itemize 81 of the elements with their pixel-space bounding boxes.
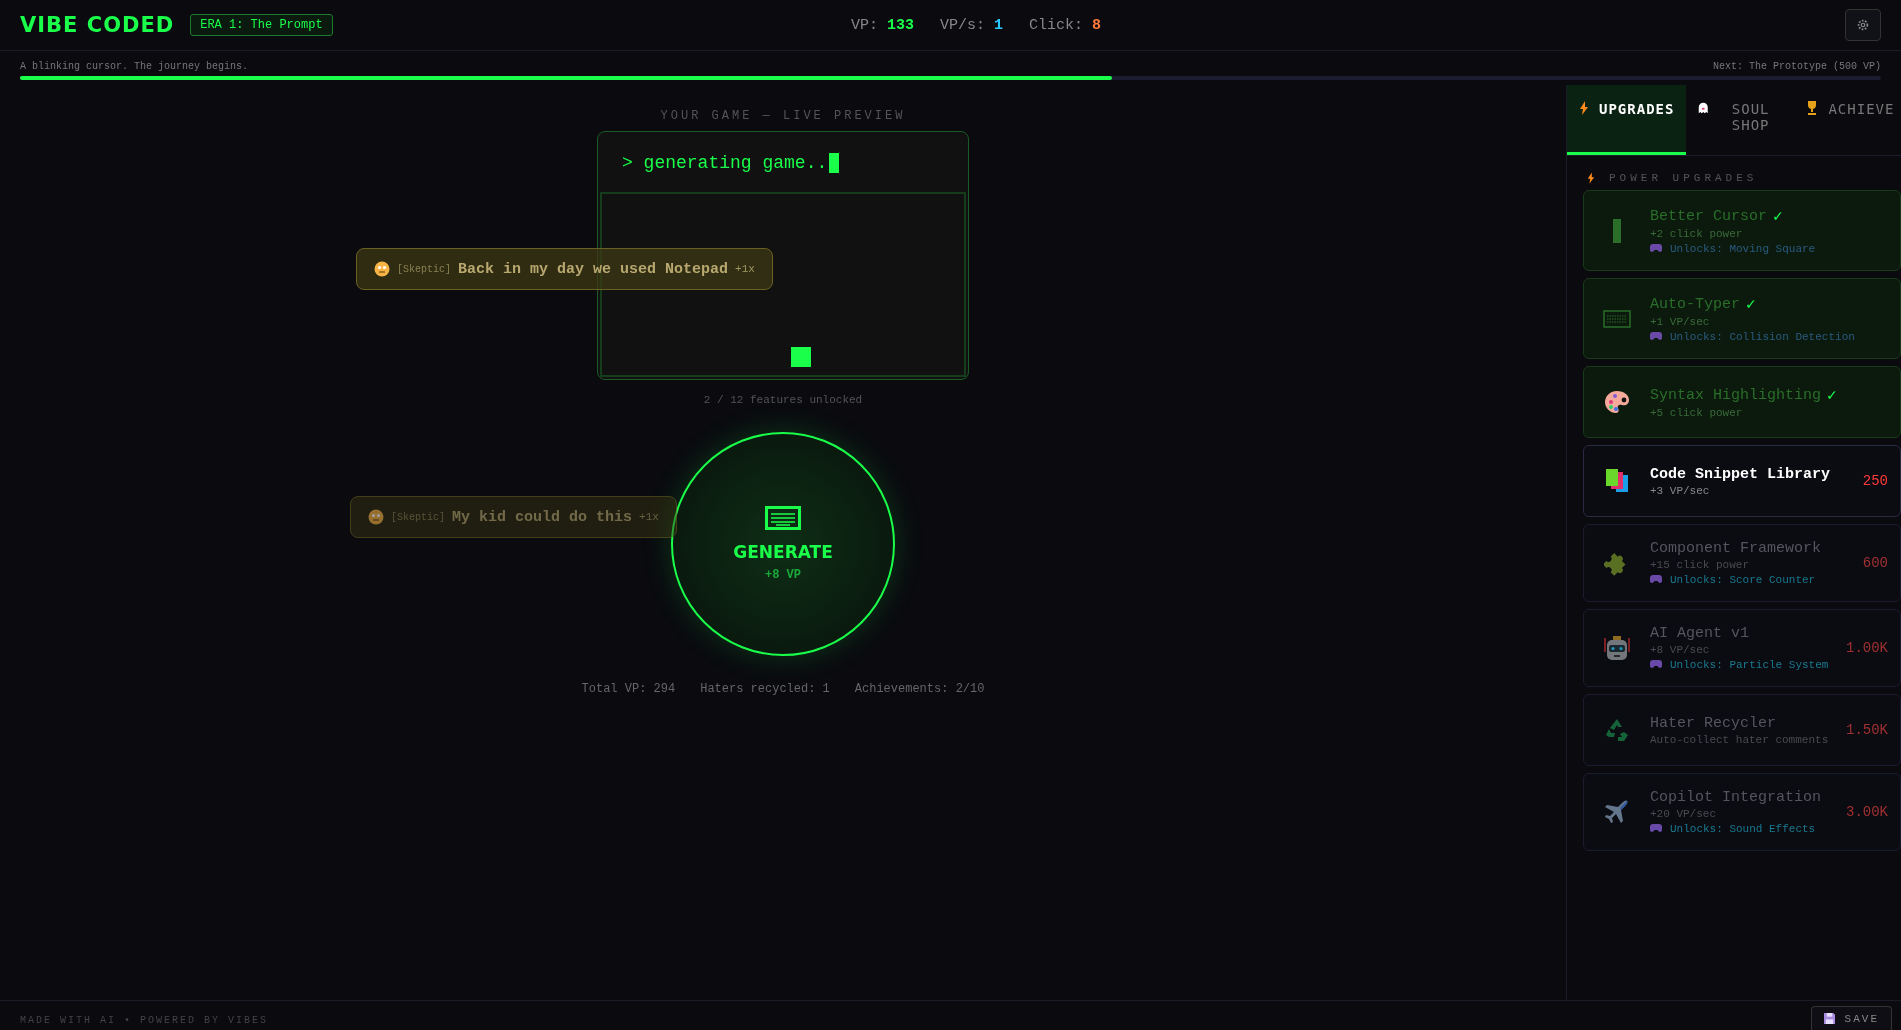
stat-readout: VP/s: 1: [940, 16, 1003, 34]
upgrade-cost: 250: [1862, 473, 1889, 489]
upgrade-card[interactable]: Copilot Integration +20 VP/sec Unlocks: Sound Effects 3.00K: [1583, 773, 1901, 851]
upgrade-card[interactable]: Better Cursor ✓ +2 click power Unlocks: Moving Square: [1583, 190, 1901, 271]
airplane-icon: [1604, 799, 1630, 825]
upgrade-name: Hater Recycler: [1650, 714, 1777, 732]
panel-tab[interactable]: SOUL SHOP: [1686, 85, 1795, 155]
books-icon: [1604, 468, 1630, 494]
check-mark: ✓: [1746, 295, 1756, 314]
total-stat: Haters recycled: 1: [700, 682, 830, 696]
footer-credit: MADE WITH AI • POWERED BY VIBES: [20, 1015, 269, 1028]
gamepad-icon: [1650, 659, 1662, 669]
era-caption: A blinking cursor. The journey begins.: [20, 61, 249, 72]
panel-tab[interactable]: UPGRADES: [1567, 85, 1687, 155]
upgrade-name: Code Snippet Library: [1650, 465, 1831, 483]
settings-button[interactable]: [1845, 9, 1881, 41]
gamepad-icon: [1650, 574, 1662, 584]
generating-status: > generating game..: [600, 134, 966, 192]
upgrade-effect: +20 VP/sec: [1650, 808, 1717, 820]
upgrade-effect: Auto-collect hater comments: [1650, 733, 1830, 746]
unlock-label: Unlocks: Score Counter: [1670, 574, 1816, 586]
lightning-icon: [1579, 101, 1589, 115]
unlock-label: Unlocks: Particle System: [1670, 659, 1829, 671]
panel-tab[interactable]: ACHIEVE: [1794, 85, 1901, 155]
upgrade-card[interactable]: Auto-Typer ✓ +1 VP/sec Unlocks: Collision Detection: [1583, 278, 1901, 359]
check-mark: ✓: [1827, 386, 1837, 405]
upgrade-name: Copilot Integration: [1650, 789, 1822, 806]
upgrade-effect: +8 VP/sec: [1650, 644, 1711, 656]
robot-icon: [1604, 634, 1630, 662]
upgrade-name: Component Framework: [1650, 540, 1822, 557]
upgrade-name: Syntax Highlighting: [1650, 386, 1822, 404]
upgrade-card[interactable]: AI Agent v1 +8 VP/sec Unlocks: Particle System 1.00K: [1583, 609, 1901, 687]
upgrade-cost: 1.50K: [1846, 722, 1889, 738]
era-badge: ERA 1: The Prompt: [190, 14, 333, 36]
face-icon: [368, 509, 384, 525]
upgrade-card[interactable]: Syntax Highlighting ✓ +5 click power: [1583, 366, 1901, 438]
unlock-label: Unlocks: Moving Square: [1670, 243, 1816, 255]
gamepad-icon: [1650, 823, 1662, 833]
hater-comment[interactable]: [Skeptic] Back in my day we used Notepad +1x: [356, 248, 773, 290]
total-stat: Total VP: 294: [581, 682, 676, 696]
ghost-icon: [1698, 101, 1709, 115]
upgrade-name: AI Agent v1: [1650, 625, 1750, 642]
upgrade-effect: +3 VP/sec: [1650, 484, 1711, 497]
recycle-icon: [1604, 717, 1630, 743]
floppy-icon: [1823, 1013, 1835, 1024]
upgrade-name: Better Cursor: [1650, 207, 1768, 225]
upgrade-cost: 1.00K: [1846, 640, 1889, 656]
gamepad-icon: [1650, 243, 1662, 253]
features-count: 2 / 12 features unlocked: [703, 394, 863, 406]
logo: VIBE CODED: [20, 13, 175, 37]
keyboard-icon: [1603, 309, 1631, 328]
save-button[interactable]: SAVE: [1810, 1006, 1892, 1030]
upgrade-cost: 3.00K: [1846, 804, 1889, 820]
keyboard-icon: [765, 506, 801, 530]
moving-square: [791, 347, 811, 367]
upgrade-card[interactable]: Code Snippet Library +3 VP/sec 250: [1583, 445, 1901, 517]
preview-title: YOUR GAME — LIVE PREVIEW: [660, 109, 906, 123]
upgrade-name: Auto-Typer: [1650, 295, 1740, 313]
upgrade-effect: +1 VP/sec: [1650, 316, 1711, 328]
unlock-label: Unlocks: Sound Effects: [1670, 823, 1816, 835]
unlock-label: Unlocks: Collision Detection: [1670, 331, 1855, 343]
face-icon: [374, 261, 390, 277]
next-era-label: Next: The Prototype (500 VP): [1712, 61, 1881, 72]
settings-icon: [1856, 18, 1870, 32]
palette-icon: [1604, 390, 1630, 414]
check-mark: ✓: [1773, 207, 1783, 226]
cursor-icon: [1613, 218, 1621, 243]
stat-readout: VP: 133: [850, 16, 914, 34]
total-stat: Achievements: 2/10: [854, 682, 985, 696]
trophy-icon: [1806, 101, 1819, 115]
upgrade-card[interactable]: Component Framework +15 click power Unlocks: Score Counter 600: [1583, 524, 1901, 602]
lightning-icon: [1587, 172, 1595, 184]
stat-readout: Click: 8: [1029, 16, 1102, 34]
gamepad-icon: [1650, 331, 1662, 341]
upgrade-cost: 600: [1862, 555, 1889, 571]
upgrade-effect: +2 click power: [1650, 228, 1744, 240]
section-heading: POWER UPGRADES: [1609, 172, 1758, 184]
upgrade-card[interactable]: Hater Recycler Auto-collect hater comments 1.50K: [1583, 694, 1901, 766]
upgrade-effect: +15 click power: [1650, 559, 1751, 571]
generate-button[interactable]: GENERATE +8 VP: [671, 432, 895, 656]
upgrade-effect: +5 click power: [1650, 407, 1744, 419]
